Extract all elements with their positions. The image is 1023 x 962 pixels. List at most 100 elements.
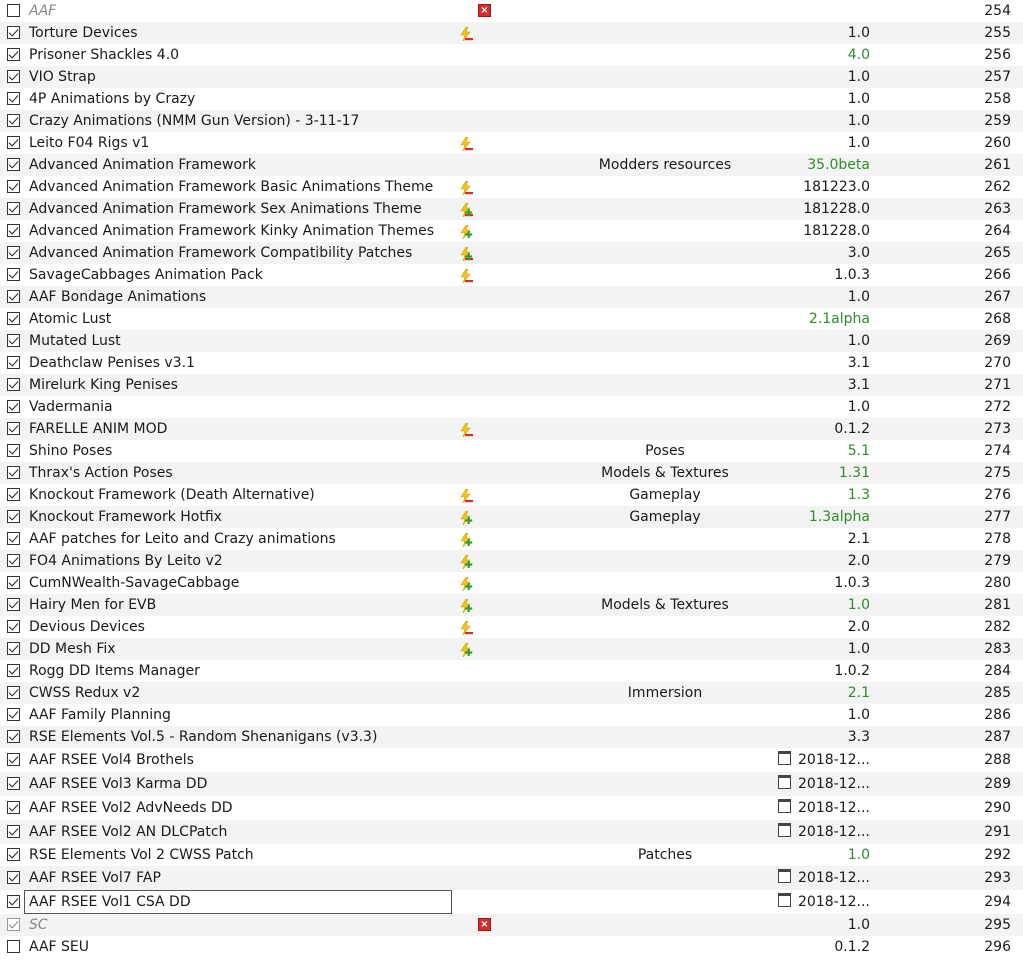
mod-row[interactable]: Advanced Animation Framework Basic Anima…: [0, 176, 1023, 198]
mod-name-cell[interactable]: Mutated Lust: [24, 330, 452, 352]
mod-row[interactable]: AAF RSEE Vol4 Brothels 2018-12... 288: [0, 748, 1023, 772]
mod-enabled-checkbox[interactable]: [7, 400, 20, 413]
mod-enabled-checkbox[interactable]: [7, 598, 20, 611]
mod-row[interactable]: 4P Animations by Crazy 1.0 258: [0, 88, 1023, 110]
mod-name-cell[interactable]: SavageCabbages Animation Pack: [24, 264, 452, 286]
mod-row[interactable]: Deathclaw Penises v3.1 3.1 270: [0, 352, 1023, 374]
mod-enabled-checkbox[interactable]: [7, 48, 20, 61]
mod-name-cell[interactable]: Mirelurk King Penises: [24, 374, 452, 396]
mod-row[interactable]: Advanced Animation Framework Modders reso…: [0, 154, 1023, 176]
mod-row[interactable]: AAF Family Planning 1.0 286: [0, 704, 1023, 726]
mod-row[interactable]: Crazy Animations (NMM Gun Version) - 3-1…: [0, 110, 1023, 132]
mod-name-cell[interactable]: VIO Strap: [24, 66, 452, 88]
mod-name-cell[interactable]: Knockout Framework Hotfix: [24, 506, 452, 528]
mod-row[interactable]: RSE Elements Vol.5 - Random Shenanigans …: [0, 726, 1023, 748]
mod-row[interactable]: Knockout Framework Hotfix Gameplay 1.3alph…: [0, 506, 1023, 528]
mod-row[interactable]: SavageCabbages Animation Pack 1.0.3 266: [0, 264, 1023, 286]
mod-name-cell[interactable]: AAF RSEE Vol3 Karma DD: [24, 772, 452, 796]
mod-row[interactable]: Atomic Lust 2.1alpha 268: [0, 308, 1023, 330]
mod-enabled-checkbox[interactable]: [7, 871, 20, 884]
mod-enabled-checkbox[interactable]: [7, 708, 20, 721]
mod-enabled-checkbox[interactable]: [7, 290, 20, 303]
mod-row[interactable]: Advanced Animation Framework Compatibili…: [0, 242, 1023, 264]
mod-name-cell[interactable]: Advanced Animation Framework: [24, 154, 452, 176]
mod-enabled-checkbox[interactable]: [7, 114, 20, 127]
mod-enabled-checkbox[interactable]: [7, 312, 20, 325]
mod-row[interactable]: Rogg DD Items Manager 1.0.2 284: [0, 660, 1023, 682]
mod-row[interactable]: CumNWealth-SavageCabbage 1.0.3 280: [0, 572, 1023, 594]
mod-name-cell[interactable]: RSE Elements Vol 2 CWSS Patch: [24, 844, 452, 866]
mod-enabled-checkbox[interactable]: [7, 510, 20, 523]
mod-row[interactable]: AAF RSEE Vol2 AdvNeeds DD 2018-12... 290: [0, 796, 1023, 820]
mod-enabled-checkbox[interactable]: [7, 620, 20, 633]
mod-name-cell[interactable]: Advanced Animation Framework Basic Anima…: [24, 176, 452, 198]
mod-enabled-checkbox[interactable]: [7, 686, 20, 699]
mod-row[interactable]: VIO Strap 1.0 257: [0, 66, 1023, 88]
mod-enabled-checkbox[interactable]: [7, 334, 20, 347]
mod-name-cell[interactable]: Advanced Animation Framework Kinky Anima…: [24, 220, 452, 242]
mod-name-cell[interactable]: AAF RSEE Vol1 CSA DD: [24, 890, 452, 914]
mod-enabled-checkbox[interactable]: [7, 246, 20, 259]
mod-name-cell[interactable]: Shino Poses: [24, 440, 452, 462]
mod-row[interactable]: Advanced Animation Framework Kinky Anima…: [0, 220, 1023, 242]
mod-name-cell[interactable]: Leito F04 Rigs v1: [24, 132, 452, 154]
mod-enabled-checkbox[interactable]: [7, 554, 20, 567]
mod-row[interactable]: Prisoner Shackles 4.0 4.0 256: [0, 44, 1023, 66]
mod-row[interactable]: AAF RSEE Vol3 Karma DD 2018-12... 289: [0, 772, 1023, 796]
mod-name-cell[interactable]: AAF: [24, 0, 452, 22]
mod-row[interactable]: Vadermania 1.0 272: [0, 396, 1023, 418]
mod-name-cell[interactable]: Prisoner Shackles 4.0: [24, 44, 452, 66]
mod-name-cell[interactable]: CWSS Redux v2: [24, 682, 452, 704]
mod-row[interactable]: Advanced Animation Framework Sex Animati…: [0, 198, 1023, 220]
mod-name-cell[interactable]: AAF Bondage Animations: [24, 286, 452, 308]
mod-enabled-checkbox[interactable]: [7, 466, 20, 479]
mod-name-cell[interactable]: AAF Family Planning: [24, 704, 452, 726]
mod-enabled-checkbox[interactable]: [7, 918, 20, 931]
mod-name-cell[interactable]: RSE Elements Vol.5 - Random Shenanigans …: [24, 726, 452, 748]
mod-enabled-checkbox[interactable]: [7, 378, 20, 391]
mod-name-cell[interactable]: Rogg DD Items Manager: [24, 660, 452, 682]
mod-row[interactable]: AAF RSEE Vol2 AN DLCPatch 2018-12... 291: [0, 820, 1023, 844]
mod-enabled-checkbox[interactable]: [7, 576, 20, 589]
mod-row[interactable]: FO4 Animations By Leito v2 2.0 279: [0, 550, 1023, 572]
mod-name-cell[interactable]: DD Mesh Fix: [24, 638, 452, 660]
mod-enabled-checkbox[interactable]: [7, 532, 20, 545]
mod-row[interactable]: RSE Elements Vol 2 CWSS Patch Patches 1.0 2…: [0, 844, 1023, 866]
mod-enabled-checkbox[interactable]: [7, 642, 20, 655]
mod-enabled-checkbox[interactable]: [7, 753, 20, 766]
mod-enabled-checkbox[interactable]: [7, 158, 20, 171]
mod-row[interactable]: SC × 1.0 295: [0, 914, 1023, 936]
mod-enabled-checkbox[interactable]: [7, 224, 20, 237]
mod-enabled-checkbox[interactable]: [7, 268, 20, 281]
mod-row[interactable]: AAF Bondage Animations 1.0 267: [0, 286, 1023, 308]
mod-enabled-checkbox[interactable]: [7, 26, 20, 39]
mod-enabled-checkbox[interactable]: [7, 444, 20, 457]
mod-name-cell[interactable]: Deathclaw Penises v3.1: [24, 352, 452, 374]
mod-enabled-checkbox[interactable]: [7, 848, 20, 861]
mod-name-cell[interactable]: Atomic Lust: [24, 308, 452, 330]
mod-row[interactable]: AAF patches for Leito and Crazy animatio…: [0, 528, 1023, 550]
mod-row[interactable]: Mirelurk King Penises 3.1 271: [0, 374, 1023, 396]
mod-row[interactable]: Thrax's Action Poses Models & Textures 1.3…: [0, 462, 1023, 484]
mod-name-cell[interactable]: SC: [24, 914, 452, 936]
mod-enabled-checkbox[interactable]: [7, 730, 20, 743]
mod-row[interactable]: Leito F04 Rigs v1 1.0 260: [0, 132, 1023, 154]
mod-enabled-checkbox[interactable]: [7, 202, 20, 215]
mod-name-cell[interactable]: Torture Devices: [24, 22, 452, 44]
mod-enabled-checkbox[interactable]: [7, 488, 20, 501]
mod-name-cell[interactable]: Hairy Men for EVB: [24, 594, 452, 616]
mod-name-cell[interactable]: Advanced Animation Framework Sex Animati…: [24, 198, 452, 220]
mod-name-cell[interactable]: Thrax's Action Poses: [24, 462, 452, 484]
mod-name-cell[interactable]: AAF RSEE Vol2 AdvNeeds DD: [24, 796, 452, 820]
mod-enabled-checkbox[interactable]: [7, 664, 20, 677]
mod-name-cell[interactable]: AAF RSEE Vol7 FAP: [24, 866, 452, 890]
mod-enabled-checkbox[interactable]: [7, 777, 20, 790]
mod-row[interactable]: DD Mesh Fix 1.0 283: [0, 638, 1023, 660]
mod-row[interactable]: Shino Poses Poses 5.1 274: [0, 440, 1023, 462]
mod-enabled-checkbox[interactable]: [7, 422, 20, 435]
mod-name-cell[interactable]: AAF RSEE Vol4 Brothels: [24, 748, 452, 772]
mod-row[interactable]: Hairy Men for EVB Models & Textures 1.0 281: [0, 594, 1023, 616]
mod-name-cell[interactable]: Advanced Animation Framework Compatibili…: [24, 242, 452, 264]
mod-name-cell[interactable]: CumNWealth-SavageCabbage: [24, 572, 452, 594]
mod-enabled-checkbox[interactable]: [7, 180, 20, 193]
